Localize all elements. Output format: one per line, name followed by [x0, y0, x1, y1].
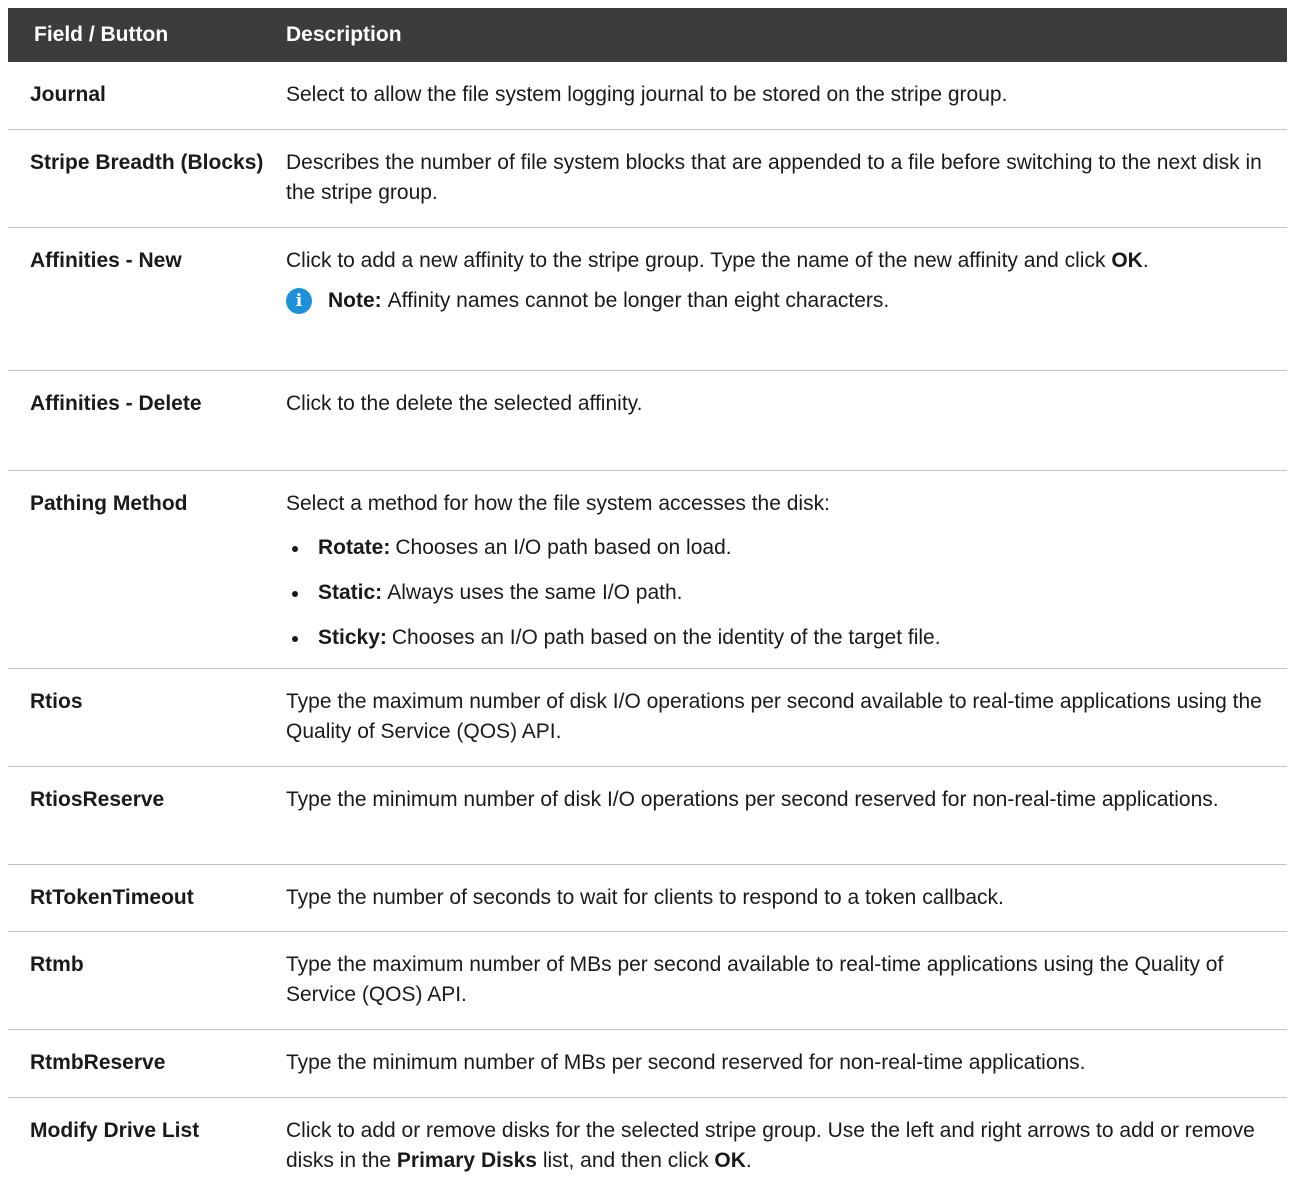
- field-description: Select to allow the file system logging …: [278, 62, 1287, 129]
- field-name: Journal: [30, 83, 106, 106]
- field-name: RtmbReserve: [30, 1051, 166, 1074]
- table-row-rtmb: Rtmb Type the maximum number of MBs per …: [8, 932, 1287, 1030]
- header-field-button: Field / Button: [34, 23, 169, 46]
- description-text: Type the maximum number of MBs per secon…: [286, 953, 1224, 1006]
- header-description: Description: [286, 23, 402, 46]
- note-text: Affinity names cannot be longer than eig…: [387, 289, 890, 312]
- pathing-options-list: Rotate: Chooses an I/O path based on load…: [286, 533, 1273, 653]
- description-bold: OK: [1111, 249, 1143, 272]
- table-row-affinities-new: Affinities - New Click to add a new affi…: [8, 228, 1287, 371]
- table-row-rtios: Rtios Type the maximum number of disk I/…: [8, 669, 1287, 767]
- table-row-affinities-delete: Affinities - Delete Click to the delete …: [8, 371, 1287, 471]
- list-item: Rotate: Chooses an I/O path based on load…: [286, 533, 1273, 563]
- description-part: Click to add a new affinity to the strip…: [286, 249, 1112, 272]
- description-part: .: [745, 1149, 752, 1172]
- description-text: Click to add a new affinity to the strip…: [286, 246, 1273, 276]
- table-row-rt-token-timeout: RtTokenTimeout Type the number of second…: [8, 865, 1287, 932]
- field-name: RtTokenTimeout: [30, 886, 194, 909]
- field-description: Type the maximum number of disk I/O oper…: [278, 669, 1287, 766]
- field-description: Describes the number of file system bloc…: [278, 130, 1287, 227]
- description-bold: Primary Disks: [396, 1149, 537, 1172]
- field-description: Select a method for how the file system …: [278, 471, 1287, 668]
- table-row-rtios-reserve: RtiosReserve Type the minimum number of …: [8, 767, 1287, 865]
- description-part: list, and then click: [536, 1149, 715, 1172]
- description-part: .: [1142, 249, 1149, 272]
- table-row-stripe-breadth: Stripe Breadth (Blocks) Describes the nu…: [8, 130, 1287, 228]
- description-text: Type the minimum number of disk I/O oper…: [286, 788, 1219, 811]
- field-name: Stripe Breadth (Blocks): [30, 151, 264, 174]
- field-name: Affinities - Delete: [30, 392, 202, 415]
- table-row-pathing-method: Pathing Method Select a method for how t…: [8, 471, 1287, 669]
- description-text: Select to allow the file system logging …: [286, 83, 1008, 106]
- description-text: Type the number of seconds to wait for c…: [286, 886, 1004, 909]
- info-icon: i: [286, 288, 312, 314]
- field-description: Type the minimum number of disk I/O oper…: [278, 767, 1287, 864]
- table-header: Field / Button Description: [8, 8, 1287, 62]
- field-description: Click to the delete the selected affinit…: [278, 371, 1287, 470]
- field-description: Click to add or remove disks for the sel…: [278, 1098, 1287, 1198]
- table-row-journal: Journal Select to allow the file system …: [8, 62, 1287, 130]
- field-description: Type the minimum number of MBs per secon…: [278, 1030, 1287, 1097]
- field-name: Rtios: [30, 690, 83, 713]
- field-name: Pathing Method: [30, 492, 188, 515]
- table-row-rtmb-reserve: RtmbReserve Type the minimum number of M…: [8, 1030, 1287, 1098]
- list-item: Sticky: Chooses an I/O path based on the …: [286, 623, 1273, 653]
- description-text: Click to the delete the selected affinit…: [286, 392, 643, 415]
- field-name: Rtmb: [30, 953, 84, 976]
- note-callout: i Note: Affinity names cannot be longer …: [286, 286, 1273, 316]
- field-name: Affinities - New: [30, 249, 182, 272]
- description-text: Select a method for how the file system …: [286, 492, 830, 515]
- description-bold: OK: [714, 1149, 746, 1172]
- field-description: Type the number of seconds to wait for c…: [278, 865, 1287, 931]
- description-text: Type the maximum number of disk I/O oper…: [286, 690, 1262, 743]
- note-label: Note:: [328, 289, 382, 312]
- description-text: Click to add or remove disks for the sel…: [286, 1116, 1273, 1176]
- field-name: RtiosReserve: [30, 788, 165, 811]
- list-item: Static: Always uses the same I/O path.: [286, 578, 1273, 608]
- description-text: Type the minimum number of MBs per secon…: [286, 1051, 1086, 1074]
- field-description: Type the maximum number of MBs per secon…: [278, 932, 1287, 1029]
- field-description: Click to add a new affinity to the strip…: [278, 228, 1287, 370]
- table-row-modify-drive-list: Modify Drive List Click to add or remove…: [8, 1098, 1287, 1198]
- field-name: Modify Drive List: [30, 1119, 200, 1142]
- description-text: Describes the number of file system bloc…: [286, 151, 1262, 204]
- field-description-table: Field / Button Description Journal Selec…: [8, 8, 1287, 1198]
